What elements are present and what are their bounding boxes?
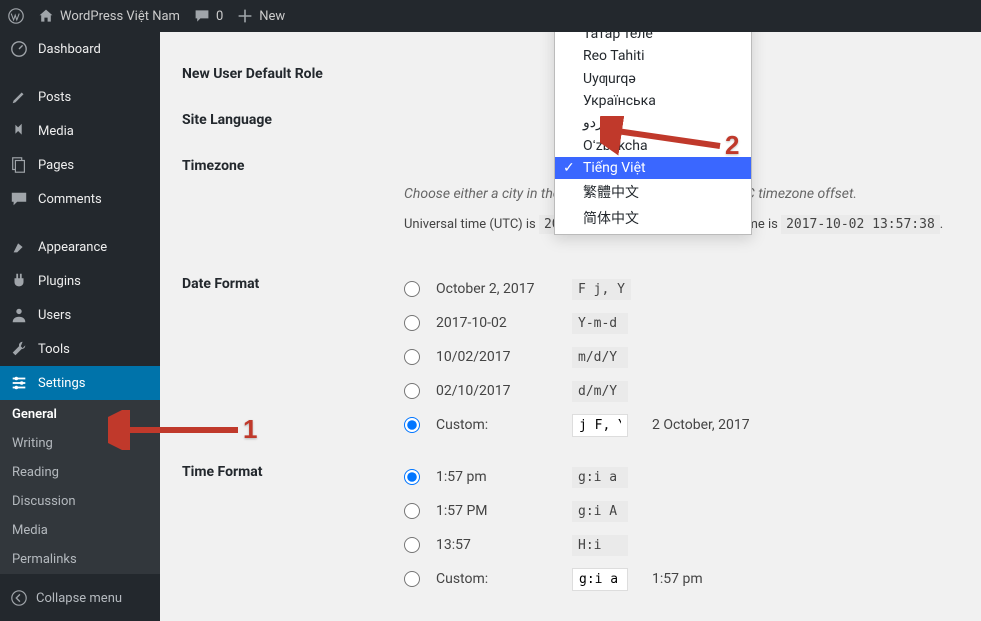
new-link[interactable]: New [237,8,285,24]
lang-option[interactable]: Reo Tahiti [555,45,751,67]
new-label: New [259,9,285,24]
comments-link[interactable]: 0 [194,8,223,24]
comments-count: 0 [216,9,223,24]
settings-submenu: General Writing Reading Discussion Media… [0,400,160,574]
lang-option-selected[interactable]: Tiếng Việt [555,157,751,179]
sidebar-item-label: Plugins [38,274,81,289]
sidebar-item-label: Dashboard [38,42,101,57]
submenu-writing[interactable]: Writing [0,429,160,458]
lang-option[interactable]: Uyƣurqə [555,67,751,90]
sidebar-item-comments[interactable]: Comments [0,182,160,216]
time-format-option-label: 13:57 [436,537,556,553]
submenu-discussion[interactable]: Discussion [0,487,160,516]
date-format-radio-custom[interactable] [404,417,420,433]
custom-label: Custom: [436,571,556,587]
timezone-label: Timezone [182,154,404,174]
time-format-option-label: 1:57 PM [436,503,556,519]
date-format-radio[interactable] [404,383,420,399]
date-format-code: Y-m-d [572,313,628,334]
lang-option[interactable]: اردو [555,112,751,134]
sidebar-item-pages[interactable]: Pages [0,148,160,182]
submenu-general[interactable]: General [0,400,160,429]
collapse-menu-button[interactable]: Collapse menu [0,579,160,621]
time-format-code: H:i [572,535,628,556]
lang-option[interactable]: 繁體中文 [555,179,751,205]
date-format-radio[interactable] [404,349,420,365]
sidebar-item-posts[interactable]: Posts [0,80,160,114]
sidebar-item-label: Media [38,124,74,139]
time-format-code: g:i A [572,501,628,522]
sidebar-item-label: Pages [38,158,74,173]
date-format-option-label: 10/02/2017 [436,349,556,365]
time-format-label: Time Format [182,460,404,480]
date-format-label: Date Format [182,272,404,292]
time-format-radio[interactable] [404,503,420,519]
date-format-radio[interactable] [404,281,420,297]
sidebar-item-label: Settings [38,376,85,391]
date-format-option-label: 2017-10-02 [436,315,556,331]
language-dropdown[interactable]: Türkçe Татар теле Reo Tahiti Uyƣurqə Укр… [554,32,752,235]
site-name-text: WordPress Việt Nam [60,9,180,24]
time-format-custom-input[interactable] [572,568,628,591]
date-format-option-label: 02/10/2017 [436,383,556,399]
lang-option[interactable]: Українська [555,90,751,112]
wp-logo[interactable] [8,8,24,24]
lang-option[interactable]: 香港中文版 [555,231,751,235]
sidebar-item-users[interactable]: Users [0,298,160,332]
sidebar-item-label: Appearance [38,240,107,255]
lang-option[interactable]: 简体中文 [555,205,751,231]
submenu-permalinks[interactable]: Permalinks [0,545,160,574]
sidebar-item-dashboard[interactable]: Dashboard [0,32,160,66]
sidebar-item-label: Users [38,308,71,323]
lang-option[interactable]: Татар теле [555,32,751,45]
date-format-code: F j, Y [572,279,631,300]
date-format-code: d/m/Y [572,381,628,402]
admin-toolbar: WordPress Việt Nam 0 New [0,0,981,32]
time-format-radio[interactable] [404,469,420,485]
date-format-preview: 2 October, 2017 [652,417,750,433]
date-format-radio[interactable] [404,315,420,331]
site-language-label: Site Language [182,108,404,128]
sidebar-item-label: Tools [38,342,70,357]
time-format-preview: 1:57 pm [652,571,703,587]
time-format-radio[interactable] [404,537,420,553]
date-format-code: m/d/Y [572,347,628,368]
sidebar-item-appearance[interactable]: Appearance [0,230,160,264]
lang-option[interactable]: Oʻzbekcha [555,134,751,157]
settings-main: Türkçe Татар теле Reo Tahiti Uyƣurqə Укр… [160,32,981,621]
sidebar-item-plugins[interactable]: Plugins [0,264,160,298]
time-format-option-label: 1:57 pm [436,469,556,485]
submenu-reading[interactable]: Reading [0,458,160,487]
sidebar-item-settings[interactable]: Settings [0,366,160,400]
date-format-option-label: October 2, 2017 [436,281,556,297]
site-name-link[interactable]: WordPress Việt Nam [38,8,180,24]
sidebar-item-tools[interactable]: Tools [0,332,160,366]
submenu-media[interactable]: Media [0,516,160,545]
local-value: 2017-10-02 13:57:38 [781,215,940,234]
sidebar-item-media[interactable]: Media [0,114,160,148]
collapse-label: Collapse menu [36,591,122,606]
admin-sidebar: Dashboard Posts Media Pages Comments App… [0,32,160,621]
default-role-label: New User Default Role [182,62,404,82]
time-format-radio-custom[interactable] [404,571,420,587]
sidebar-item-label: Posts [38,90,71,105]
date-format-custom-input[interactable] [572,414,628,437]
sidebar-item-label: Comments [38,192,102,207]
time-format-code: g:i a [572,467,628,488]
custom-label: Custom: [436,417,556,433]
